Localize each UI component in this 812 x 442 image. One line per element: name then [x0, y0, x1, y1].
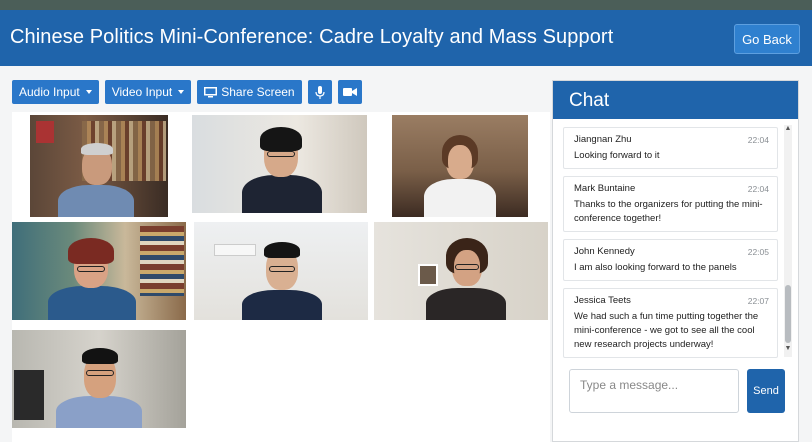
message-text: Looking forward to it — [574, 150, 660, 161]
message-text: I am also looking forward to the panels — [574, 262, 737, 273]
share-screen-label: Share Screen — [221, 85, 295, 99]
message-text: We had such a fun time putting together … — [574, 311, 759, 350]
camera-button[interactable] — [337, 80, 362, 104]
microphone-icon — [315, 85, 325, 99]
message-input[interactable]: Type a message... — [569, 369, 739, 413]
video-input-label: Video Input — [111, 85, 173, 99]
message-sender: Jiangnan Zhu — [574, 134, 632, 145]
chat-message: Mark Buntaine 22:04 Thanks to the organi… — [563, 176, 778, 232]
message-text: Thanks to the organizers for putting the… — [574, 199, 763, 224]
chat-message: John Kennedy 22:05 I am also looking for… — [563, 239, 778, 281]
message-time: 22:04 — [747, 184, 769, 194]
media-toolbar: Audio Input Video Input Share Screen — [12, 80, 362, 104]
message-sender: Jessica Teets — [574, 295, 631, 306]
audio-input-label: Audio Input — [19, 85, 80, 99]
participant-video-tile[interactable] — [392, 115, 528, 217]
scrollbar-thumb[interactable] — [785, 285, 791, 343]
monitor-icon — [204, 86, 218, 97]
page-header: Chinese Politics Mini-Conference: Cadre … — [0, 10, 812, 66]
caret-down-icon — [178, 90, 185, 94]
message-sender: Mark Buntaine — [574, 183, 636, 194]
participant-video-tile[interactable] — [12, 222, 186, 320]
main-area: Audio Input Video Input Share Screen Cha… — [0, 66, 812, 442]
chat-message-list[interactable]: Jiangnan Zhu 22:04 Looking forward to it… — [563, 127, 778, 365]
chat-title: Chat — [553, 81, 798, 119]
participant-video-tile[interactable] — [374, 222, 548, 320]
caret-down-icon — [85, 90, 92, 94]
chat-panel: Chat Jiangnan Zhu 22:04 Looking forward … — [552, 80, 799, 442]
page-title: Chinese Politics Mini-Conference: Cadre … — [10, 26, 614, 48]
participant-video-tile[interactable] — [12, 330, 186, 428]
go-back-button[interactable]: Go Back — [734, 24, 800, 54]
share-screen-button[interactable]: Share Screen — [197, 80, 302, 104]
message-sender: John Kennedy — [574, 246, 635, 257]
chat-scrollbar[interactable] — [784, 125, 792, 357]
participant-video-tile[interactable] — [30, 115, 168, 217]
participant-video-tile[interactable] — [192, 115, 367, 213]
video-camera-icon — [342, 88, 357, 96]
chat-message: Jiangnan Zhu 22:04 Looking forward to it — [563, 127, 778, 169]
microphone-button[interactable] — [307, 80, 332, 104]
scroll-up-arrow-icon[interactable]: ▲ — [784, 125, 792, 133]
chat-message: Jessica Teets 22:07 We had such a fun ti… — [563, 288, 778, 358]
send-button[interactable]: Send — [747, 369, 785, 413]
message-time: 22:05 — [747, 247, 769, 257]
video-input-dropdown[interactable]: Video Input — [104, 80, 192, 104]
message-time: 22:07 — [747, 296, 769, 306]
message-time: 22:04 — [747, 135, 769, 145]
top-strip — [0, 0, 812, 10]
video-grid — [12, 112, 550, 442]
participant-video-tile[interactable] — [194, 222, 368, 320]
audio-input-dropdown[interactable]: Audio Input — [12, 80, 99, 104]
scroll-down-arrow-icon[interactable]: ▼ — [784, 345, 792, 353]
